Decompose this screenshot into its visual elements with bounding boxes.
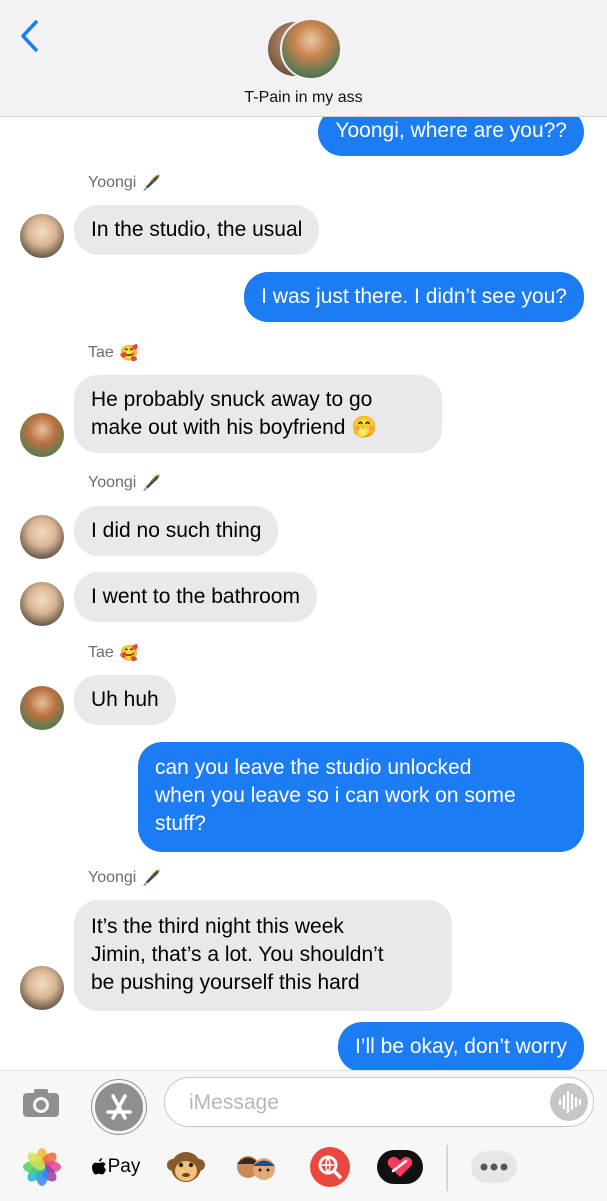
incoming-message[interactable]: I did no such thing bbox=[74, 506, 279, 556]
conversation-header: T-Pain in my ass bbox=[0, 0, 607, 117]
message-list[interactable]: Yoongi, where are you?? Yoongi 🖋️ In the… bbox=[0, 0, 607, 1070]
camera-icon bbox=[23, 1089, 59, 1117]
incoming-message[interactable]: In the studio, the usual bbox=[74, 205, 320, 255]
message-text: I was just there. I didn’t see you? bbox=[261, 285, 567, 308]
audio-message-button[interactable] bbox=[550, 1083, 588, 1121]
sender-name: Yoongi bbox=[88, 474, 137, 491]
group-name[interactable]: T-Pain in my ass bbox=[0, 89, 607, 107]
message-text-line: stuff? bbox=[155, 812, 206, 835]
more-icon bbox=[471, 1151, 517, 1183]
avatar-yoongi[interactable] bbox=[20, 966, 64, 1010]
outgoing-message[interactable]: I’ll be okay, don’t worry bbox=[337, 1022, 584, 1070]
avatar-tae[interactable] bbox=[20, 686, 64, 730]
apps-button[interactable] bbox=[92, 1080, 146, 1134]
message-text: I did no such thing bbox=[91, 519, 262, 542]
web-search-icon bbox=[310, 1147, 350, 1187]
message-text: Yoongi, where are you?? bbox=[335, 119, 567, 142]
pen-emoji-icon: 🖋️ bbox=[142, 175, 162, 192]
web-search-button[interactable] bbox=[306, 1145, 354, 1189]
message-input[interactable] bbox=[187, 1088, 551, 1118]
photos-app-button[interactable] bbox=[18, 1145, 66, 1189]
sender-label: Yoongi 🖋️ bbox=[88, 174, 161, 192]
incoming-message[interactable]: It’s the third night this week Jimin, th… bbox=[74, 900, 452, 1011]
incoming-message[interactable]: Uh huh bbox=[74, 675, 176, 725]
message-text: I’ll be okay, don’t worry bbox=[354, 1035, 567, 1058]
back-button[interactable] bbox=[14, 16, 48, 56]
apple-pay-label: Pay bbox=[107, 1156, 141, 1177]
sender-label: Yoongi 🖋️ bbox=[88, 869, 161, 887]
message-text-line: can you leave the studio unlocked bbox=[155, 756, 472, 779]
outgoing-message[interactable]: I was just there. I didn’t see you? bbox=[244, 272, 584, 322]
pen-emoji-icon: 🖋️ bbox=[142, 870, 162, 887]
avatar-tae[interactable] bbox=[20, 413, 64, 457]
memoji-icon bbox=[237, 1156, 275, 1180]
sender-label: Tae 🥰 bbox=[88, 344, 138, 362]
smiling-hearts-emoji-icon: 🥰 bbox=[119, 645, 139, 662]
message-text-line: It’s the third night this week bbox=[91, 915, 344, 938]
sender-name: Tae bbox=[88, 344, 114, 361]
group-avatar[interactable] bbox=[266, 18, 342, 80]
message-text-line: Jimin, that’s a lot. You shouldn’t bbox=[91, 943, 384, 966]
chevron-left-icon bbox=[21, 20, 38, 52]
group-avatar-member bbox=[280, 18, 342, 80]
message-text: In the studio, the usual bbox=[91, 218, 303, 241]
sender-name: Yoongi bbox=[88, 869, 137, 886]
animoji-button[interactable] bbox=[162, 1145, 210, 1189]
avatar-yoongi[interactable] bbox=[20, 515, 64, 559]
message-text: I went to the bathroom bbox=[91, 585, 300, 608]
apple-logo-icon bbox=[91, 1158, 106, 1175]
message-text-line: when you leave so i can work on some bbox=[155, 784, 516, 807]
monkey-emoji-icon bbox=[167, 1152, 205, 1182]
more-apps-button[interactable] bbox=[470, 1145, 518, 1189]
sender-name: Tae bbox=[88, 644, 114, 661]
message-text-line: be pushing yourself this hard bbox=[91, 971, 360, 994]
memoji-button[interactable] bbox=[232, 1145, 280, 1189]
message-input-field[interactable] bbox=[164, 1077, 594, 1127]
pen-emoji-icon: 🖋️ bbox=[142, 475, 162, 492]
sender-label: Tae 🥰 bbox=[88, 644, 138, 662]
apple-pay-button[interactable]: Pay bbox=[90, 1145, 142, 1189]
incoming-message[interactable]: I went to the bathroom bbox=[74, 572, 317, 622]
message-text-line: He probably snuck away to go bbox=[91, 388, 373, 411]
outgoing-message[interactable]: can you leave the studio unlocked when y… bbox=[138, 742, 584, 852]
photos-icon bbox=[23, 1148, 61, 1186]
drawer-divider bbox=[446, 1145, 448, 1191]
waveform-icon bbox=[558, 1090, 582, 1114]
message-text-line: make out with his boyfriend 🤭 bbox=[91, 416, 378, 439]
heart-sticker-icon bbox=[377, 1150, 423, 1184]
camera-button[interactable] bbox=[22, 1088, 60, 1118]
sender-label: Yoongi 🖋️ bbox=[88, 474, 161, 492]
message-text: Uh huh bbox=[91, 688, 159, 711]
avatar-yoongi[interactable] bbox=[20, 214, 64, 258]
avatar-yoongi[interactable] bbox=[20, 582, 64, 626]
app-store-icon bbox=[106, 1094, 132, 1120]
smiling-hearts-emoji-icon: 🥰 bbox=[119, 345, 139, 362]
incoming-message[interactable]: He probably snuck away to go make out wi… bbox=[74, 375, 442, 453]
sender-name: Yoongi bbox=[88, 174, 137, 191]
digital-touch-button[interactable] bbox=[376, 1145, 424, 1189]
